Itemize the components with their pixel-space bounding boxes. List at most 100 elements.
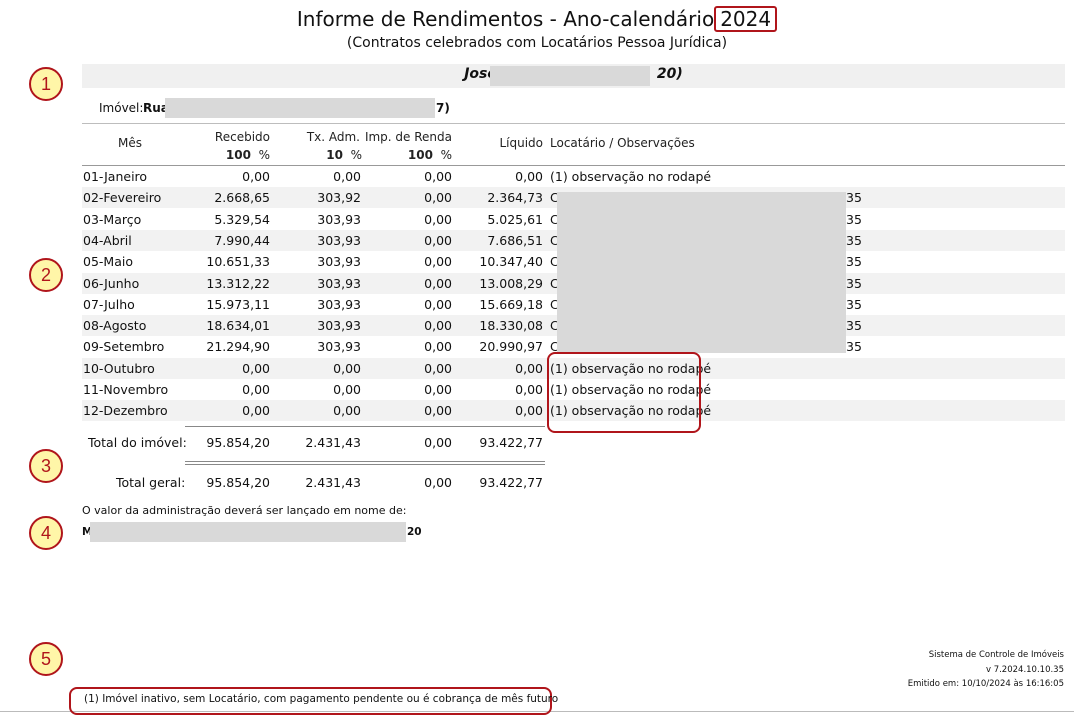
row-imp-renda: 0,00	[424, 382, 452, 397]
col-imp-renda-pct: 100 %	[407, 148, 452, 162]
total-double-line-1	[185, 461, 545, 462]
col-mes: Mês	[118, 136, 142, 150]
row-observacao-end: 35	[846, 318, 862, 334]
row-recebido: 18.634,01	[206, 318, 270, 334]
marker-4: 4	[29, 516, 63, 550]
row-liquido: 2.364,73	[487, 190, 543, 206]
row-tx-adm: 303,93	[317, 339, 361, 355]
row-recebido: 13.312,22	[206, 275, 270, 291]
row-liquido: 0,00	[515, 169, 543, 184]
row-mes: 09-Setembro	[83, 339, 165, 355]
row-recebido: 5.329,54	[214, 211, 270, 227]
row-recebido: 10.651,33	[206, 254, 270, 270]
row-tx-adm: 0,00	[333, 403, 361, 419]
total-imovel-imp: 0,00	[424, 435, 452, 450]
admin-note: O valor da administração deverá ser lanç…	[82, 504, 407, 517]
property-value-end: 7)	[436, 101, 450, 115]
observations-highlight	[547, 352, 701, 433]
row-mes: 03-Março	[83, 211, 142, 227]
marker-3: 3	[29, 449, 63, 483]
row-imp-renda: 0,00	[424, 169, 452, 184]
row-tx-adm: 0,00	[333, 169, 361, 184]
row-liquido: 13.008,29	[479, 275, 543, 291]
row-tx-adm: 0,00	[333, 382, 361, 397]
row-observacao-end: 35	[846, 232, 862, 248]
row-liquido: 0,00	[515, 403, 543, 419]
total-imovel-liq: 93.422,77	[479, 435, 543, 450]
total-imovel-label: Total do imóvel:	[88, 435, 187, 450]
row-liquido: 18.330,08	[479, 318, 543, 334]
total-imovel-tx: 2.431,43	[305, 435, 361, 450]
col-tx-adm: Tx. Adm.	[306, 130, 360, 144]
row-imp-renda: 0,00	[424, 339, 452, 355]
row-imp-renda: 0,00	[424, 190, 452, 206]
owner-redaction	[490, 66, 650, 86]
row-tx-adm: 303,93	[317, 296, 361, 312]
row-imp-renda: 0,00	[424, 254, 452, 270]
admin-name-redaction	[90, 522, 406, 542]
col-recebido-pct: 100 %	[225, 148, 270, 162]
row-liquido: 5.025,61	[487, 211, 543, 227]
row-observacao: (1) observação no rodapé	[550, 169, 712, 184]
total-imovel-recebido: 95.854,20	[206, 435, 270, 450]
col-recebido: Recebido	[214, 130, 270, 144]
row-observacao-end: 35	[846, 190, 862, 206]
owner-name-end: 20)	[656, 66, 683, 82]
report-subtitle: (Contratos celebrados com Locatários Pes…	[346, 35, 728, 51]
row-mes: 08-Agosto	[83, 318, 147, 334]
marker-1: 1	[29, 67, 63, 101]
row-observacao-end: 35	[846, 275, 862, 291]
admin-name-end: 20	[407, 526, 422, 538]
row-observacao-end: 35	[846, 211, 862, 227]
marker-5: 5	[29, 642, 63, 676]
row-mes: 01-Janeiro	[83, 169, 148, 184]
total-geral-recebido: 95.854,20	[206, 475, 270, 490]
row-mes: 02-Fevereiro	[83, 190, 162, 206]
row-mes: 05-Maio	[83, 254, 133, 270]
row-mes: 06-Junho	[83, 275, 140, 291]
row-imp-renda: 0,00	[424, 360, 452, 376]
report-title: Informe de Rendimentos - Ano-calendário 2…	[0, 6, 1074, 32]
row-tx-adm: 303,93	[317, 232, 361, 248]
total-geral-liq: 93.422,77	[479, 475, 543, 490]
title-text: Informe de Rendimentos - Ano-calendário	[296, 7, 715, 31]
row-liquido: 0,00	[515, 382, 543, 397]
row-tx-adm: 303,93	[317, 318, 361, 334]
row-liquido: 20.990,97	[479, 339, 543, 355]
row-imp-renda: 0,00	[424, 318, 452, 334]
total-double-line-2	[185, 464, 545, 465]
total-geral-imp: 0,00	[424, 475, 452, 490]
total-top-line	[185, 426, 545, 427]
row-observacao-end: 35	[846, 296, 862, 312]
row-tx-adm: 0,00	[333, 360, 361, 376]
footnote: (1) Imóvel inativo, sem Locatário, com p…	[84, 693, 559, 705]
col-imp-renda: Imp. de Renda	[364, 130, 452, 144]
system-version: v 7.2024.10.10.35	[985, 665, 1064, 675]
row-recebido: 2.668,65	[214, 190, 270, 206]
property-redaction	[165, 98, 435, 118]
row-tx-adm: 303,93	[317, 211, 361, 227]
row-liquido: 0,00	[515, 360, 543, 376]
row-recebido: 15.973,11	[206, 296, 270, 312]
divider	[82, 123, 1065, 124]
row-mes: 07-Julho	[83, 296, 135, 312]
row-recebido: 0,00	[242, 169, 270, 184]
row-mes: 04-Abril	[83, 232, 132, 248]
row-liquido: 7.686,51	[487, 232, 543, 248]
row-recebido: 0,00	[242, 360, 270, 376]
row-liquido: 15.669,18	[479, 296, 543, 312]
col-tx-adm-pct: 10 %	[326, 148, 362, 162]
row-imp-renda: 0,00	[424, 275, 452, 291]
table-row: 01-Janeiro 0,00 0,00 0,00 0,00 (1) observação…	[82, 166, 1065, 187]
row-mes: 11-Novembro	[83, 382, 169, 397]
row-liquido: 10.347,40	[479, 254, 543, 270]
marker-2: 2	[29, 258, 63, 292]
system-name: Sistema de Controle de Imóveis	[928, 650, 1064, 660]
row-observacao-end: 35	[846, 339, 862, 355]
row-imp-renda: 0,00	[424, 296, 452, 312]
row-imp-renda: 0,00	[424, 232, 452, 248]
row-observacao-end: 35	[846, 254, 862, 270]
col-locatario: Locatário / Observações	[550, 136, 695, 150]
row-imp-renda: 0,00	[424, 403, 452, 419]
total-geral-tx: 2.431,43	[305, 475, 361, 490]
